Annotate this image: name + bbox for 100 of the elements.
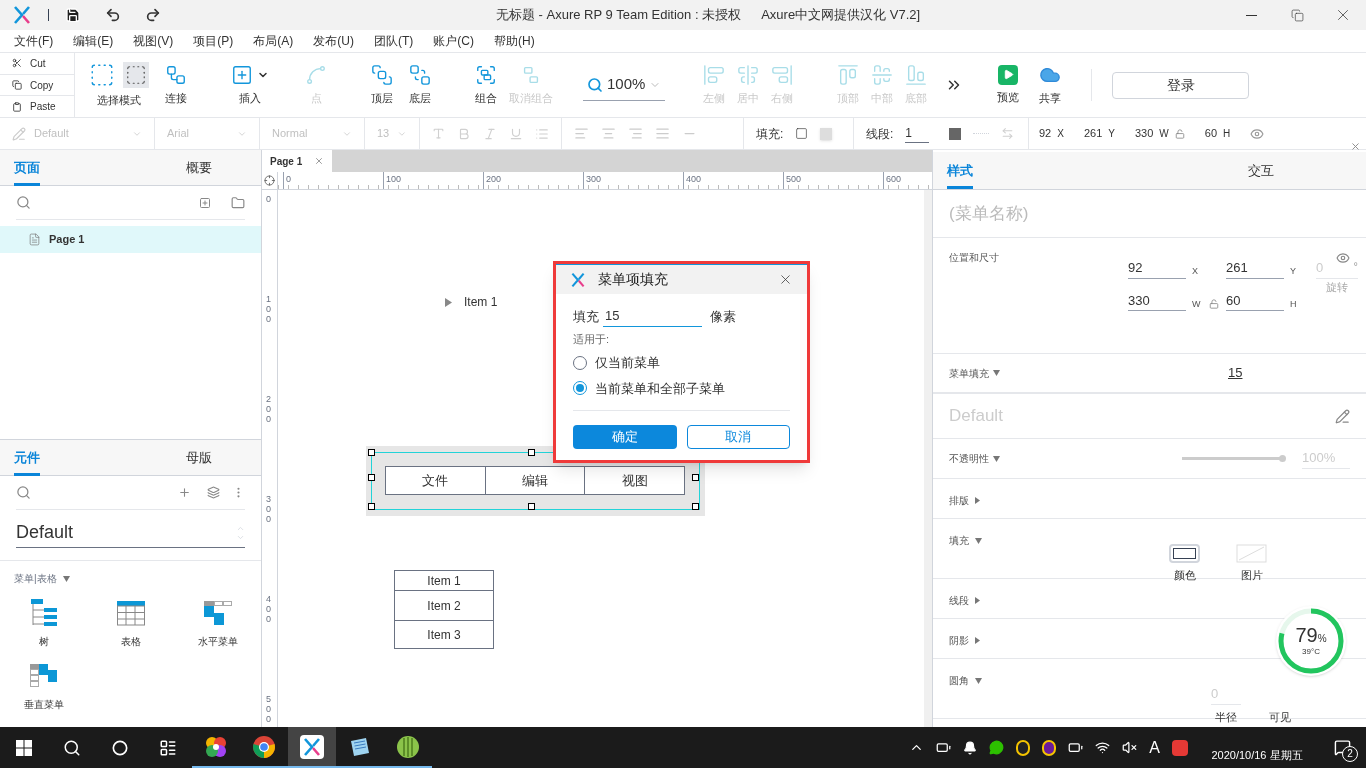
field-unit: X bbox=[1192, 265, 1199, 278]
page-item[interactable]: Page 1 bbox=[0, 226, 261, 253]
geometry-label: H bbox=[1223, 127, 1231, 141]
copy-button[interactable]: Copy bbox=[0, 74, 74, 97]
menu-item[interactable]: 账户(C) bbox=[429, 32, 478, 50]
y-field[interactable]: 261 bbox=[1226, 258, 1284, 279]
insert-tool-button[interactable]: 插入 bbox=[225, 55, 275, 115]
ruler-label: 0 bbox=[283, 172, 291, 189]
menu-widget-item: 编辑 bbox=[484, 467, 585, 494]
section-header[interactable]: 线段 bbox=[949, 593, 980, 608]
menu-widget-item: 文件 bbox=[386, 467, 485, 494]
window-title: 无标题 - Axure RP 9 Team Edition : 未授权 bbox=[496, 6, 742, 25]
front-tool-button[interactable]: 顶层 bbox=[365, 55, 399, 115]
geometry-value[interactable]: 330 bbox=[1134, 125, 1154, 142]
share-tool-button[interactable]: 共享 bbox=[1033, 55, 1068, 115]
window-note: Axure中文网提供汉化 V7.2] bbox=[761, 6, 921, 25]
menu-widget-item: Item 2 bbox=[395, 590, 493, 620]
menu-item[interactable]: 项目(P) bbox=[189, 32, 238, 50]
back-tool-button[interactable]: 底层 bbox=[403, 55, 437, 115]
panel-tab[interactable]: 页面 bbox=[0, 150, 138, 185]
ruler-label: 300 bbox=[583, 172, 602, 189]
ok-button[interactable]: 确定 bbox=[573, 425, 677, 449]
clock-date[interactable]: 2020/10/16 星期五 bbox=[1204, 747, 1310, 764]
ruler-label: 500 bbox=[265, 695, 272, 725]
usage-unit: % bbox=[1317, 632, 1327, 646]
menu-item[interactable]: 文件(F) bbox=[10, 32, 58, 50]
padding-field[interactable]: 15 bbox=[603, 306, 702, 327]
panel-tab[interactable]: 元件 bbox=[0, 440, 138, 475]
login-button[interactable]: 登录 bbox=[1112, 71, 1250, 99]
notification-button[interactable]: 2 bbox=[1322, 729, 1362, 766]
geometry-value[interactable]: 60 bbox=[1204, 125, 1217, 142]
section-header[interactable]: 菜单填充 bbox=[949, 365, 1000, 381]
group-tool-button[interactable]: 组合 bbox=[469, 55, 503, 115]
line-width-field[interactable]: 1 bbox=[905, 124, 930, 143]
menu-item[interactable]: 团队(T) bbox=[370, 32, 418, 50]
menu-item[interactable]: 帮助(H) bbox=[490, 32, 539, 50]
applies-label: 适用于: bbox=[573, 331, 611, 347]
tree-node-label: Item 1 bbox=[464, 294, 498, 311]
widget-item[interactable]: 垂直菜单 bbox=[0, 661, 87, 712]
section-header[interactable]: 填充 bbox=[949, 533, 982, 548]
geometry-label: W bbox=[1159, 127, 1169, 141]
connect-tool-button[interactable]: 连接 bbox=[159, 55, 193, 115]
page-tab[interactable]: Page 1 bbox=[262, 150, 333, 172]
zoom-dropdown[interactable]: 100% bbox=[583, 69, 666, 101]
preview-tool-button[interactable]: 预览 bbox=[991, 55, 1026, 115]
usage-value: 79 bbox=[1295, 624, 1318, 645]
menu-widget-item: Item 3 bbox=[395, 620, 493, 648]
panel-tab[interactable]: 概要 bbox=[137, 150, 261, 185]
geometry-label: Y bbox=[1108, 127, 1115, 141]
fill-option[interactable]: 颜色 bbox=[1169, 544, 1200, 584]
panel-tab[interactable]: 样式 bbox=[933, 152, 1157, 189]
fill-option[interactable]: 图片 bbox=[1236, 544, 1267, 584]
cut-button[interactable]: Cut bbox=[0, 53, 74, 75]
input-method-indicator[interactable]: A bbox=[1149, 735, 1160, 760]
menu-item[interactable]: 视图(V) bbox=[129, 32, 178, 50]
section-header[interactable]: 排版 bbox=[949, 493, 980, 508]
library-dropdown[interactable]: Default bbox=[16, 518, 245, 548]
x-field[interactable]: 92 bbox=[1128, 258, 1186, 279]
ruler-label: 400 bbox=[683, 172, 702, 189]
widget-item[interactable]: 水平菜单 bbox=[174, 598, 261, 649]
panel-tab[interactable]: 交互 bbox=[1156, 152, 1366, 189]
field-label: 填充 bbox=[573, 308, 599, 326]
geometry-value[interactable]: 261 bbox=[1083, 125, 1103, 142]
ruler-label: 200 bbox=[265, 395, 272, 425]
section-label: 位置和尺寸 bbox=[949, 251, 999, 265]
ruler-label: 200 bbox=[483, 172, 502, 189]
menu-item[interactable]: 发布(U) bbox=[309, 32, 358, 50]
section-header[interactable]: 阴影 bbox=[949, 633, 980, 648]
menu-item[interactable]: 编辑(E) bbox=[69, 32, 118, 50]
menu-widget-item: Item 1 bbox=[426, 572, 462, 590]
radius-label: 半径 bbox=[1215, 709, 1237, 725]
w-field[interactable]: 330 bbox=[1128, 290, 1186, 311]
geometry-label: X bbox=[1057, 127, 1064, 141]
line-label: 线段: bbox=[866, 125, 894, 143]
section-header[interactable]: 圆角 bbox=[949, 673, 982, 688]
ruler-label: 500 bbox=[783, 172, 802, 189]
ruler-label: 0 bbox=[265, 195, 272, 205]
select-tool-button[interactable]: 选择模式 bbox=[83, 55, 155, 115]
ruler-label: 100 bbox=[265, 295, 272, 325]
section-header[interactable]: 不透明性 bbox=[949, 451, 1000, 466]
paste-button[interactable]: Paste bbox=[0, 96, 74, 117]
widget-item[interactable]: 树 bbox=[0, 598, 87, 649]
ruler-label: 600 bbox=[883, 172, 902, 189]
visible-label: 可见 bbox=[1269, 709, 1291, 725]
category-dropdown[interactable]: 菜单|表格 bbox=[14, 571, 70, 586]
panel-tab[interactable]: 母版 bbox=[137, 440, 261, 475]
geometry-value[interactable]: 92 bbox=[1039, 125, 1052, 142]
menu-item[interactable]: 布局(A) bbox=[249, 32, 298, 50]
cancel-button[interactable]: 取消 bbox=[686, 425, 790, 449]
rotation-label: 旋转 bbox=[1326, 280, 1348, 295]
notification-count: 2 bbox=[1342, 745, 1358, 762]
radio-option[interactable]: 当前菜单和全部子菜单 bbox=[573, 378, 790, 398]
unit-label: 像素 bbox=[710, 308, 736, 326]
dialog-title: 菜单项填充 bbox=[598, 270, 668, 289]
radio-option[interactable]: 仅当前菜单 bbox=[573, 353, 790, 373]
menu-widget-item: 视图 bbox=[584, 467, 684, 494]
widget-item[interactable]: 表格 bbox=[87, 598, 174, 649]
menu-padding-value[interactable]: 15 bbox=[1228, 363, 1243, 383]
temperature-value: 39°C bbox=[1302, 645, 1320, 658]
h-field[interactable]: 60 bbox=[1226, 290, 1284, 311]
